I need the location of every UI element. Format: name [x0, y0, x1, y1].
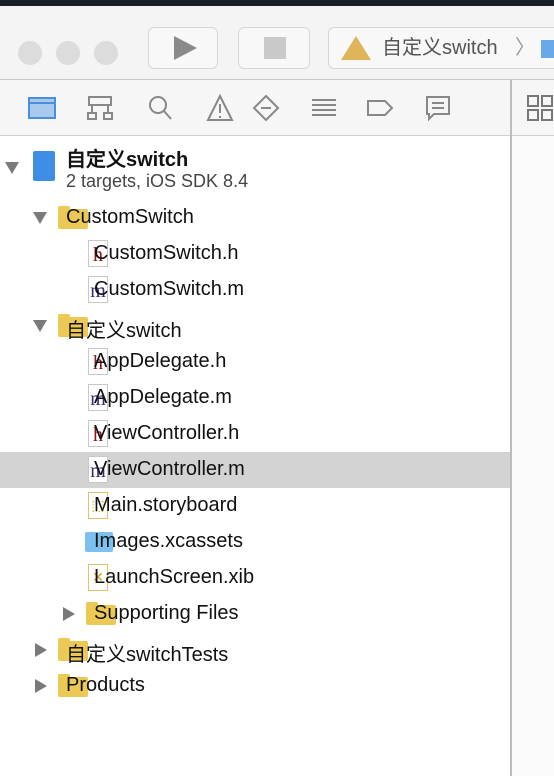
- related-items-icon[interactable]: [526, 94, 554, 122]
- tree-item-label: Images.xcassets: [94, 530, 243, 552]
- disclosure-triangle-icon[interactable]: [63, 607, 75, 621]
- tree-item-label: Main.storyboard: [94, 494, 238, 516]
- stop-button[interactable]: [238, 27, 310, 69]
- run-button[interactable]: [148, 27, 218, 69]
- project-root[interactable]: 自定义switch 2 targets, iOS SDK 8.4: [0, 140, 510, 194]
- breakpoint-tag-icon[interactable]: [366, 94, 394, 122]
- tree-item-label: CustomSwitch.h: [94, 242, 239, 264]
- tree-item[interactable]: h AppDelegate.h: [0, 344, 510, 380]
- tree-item-label: Products: [66, 674, 145, 696]
- window-toolbar: 自定义switch 〉: [0, 6, 554, 80]
- xcode-app-icon: [341, 36, 371, 60]
- project-subtitle: 2 targets, iOS SDK 8.4: [66, 171, 249, 191]
- project-file-icon: [33, 151, 55, 181]
- disclosure-triangle-icon[interactable]: [33, 320, 47, 332]
- tree-item-label: CustomSwitch.m: [94, 278, 245, 300]
- scheme-name: 自定义switch: [382, 37, 498, 59]
- disclosure-triangle-icon[interactable]: [33, 212, 47, 224]
- list-icon[interactable]: [310, 94, 338, 122]
- tree-item[interactable]: ✕ LaunchScreen.xib: [0, 560, 510, 596]
- warning-icon[interactable]: [206, 93, 234, 122]
- tree-item[interactable]: Products: [0, 668, 510, 704]
- tree-item-label: 自定义switch: [66, 320, 182, 342]
- tree-item[interactable]: m ViewController.m: [0, 452, 510, 488]
- tree-item-label: Supporting Files: [94, 602, 239, 624]
- test-diamond-icon[interactable]: [252, 94, 280, 122]
- tree-item[interactable]: CustomSwitch: [0, 200, 510, 236]
- close-window-button[interactable]: [18, 41, 42, 65]
- tree-item-label: AppDelegate.m: [94, 386, 232, 408]
- tree-item[interactable]: 自定义switch: [0, 308, 510, 344]
- tree-item-label: AppDelegate.h: [94, 350, 227, 372]
- disclosure-triangle-icon[interactable]: [5, 162, 19, 174]
- hierarchy-icon[interactable]: [86, 94, 114, 122]
- tree-item[interactable]: Supporting Files: [0, 596, 510, 632]
- tree-item[interactable]: Images.xcassets: [0, 524, 510, 560]
- project-name: 自定义switch: [66, 149, 189, 171]
- tree-item[interactable]: 自定义switchTests: [0, 632, 510, 668]
- editor-pane: [510, 80, 554, 776]
- disclosure-triangle-icon[interactable]: [35, 679, 47, 693]
- tree-item[interactable]: h CustomSwitch.h: [0, 236, 510, 272]
- scheme-selector[interactable]: 自定义switch 〉: [328, 27, 554, 69]
- zoom-window-button[interactable]: [94, 41, 118, 65]
- tree-item-label: ViewController.h: [94, 422, 240, 444]
- search-icon[interactable]: [146, 94, 174, 122]
- tree-item[interactable]: ⬚ Main.storyboard: [0, 488, 510, 524]
- tree-item-label: LaunchScreen.xib: [94, 566, 255, 588]
- minimize-window-button[interactable]: [56, 41, 80, 65]
- chevron-right-icon: 〉: [515, 37, 535, 59]
- comment-icon[interactable]: [424, 94, 452, 122]
- tree-item[interactable]: h ViewController.h: [0, 416, 510, 452]
- tree-item-label: 自定义switchTests: [66, 644, 229, 666]
- tree-item-label: CustomSwitch: [66, 206, 194, 228]
- device-icon: [541, 40, 554, 58]
- tree-item[interactable]: m AppDelegate.m: [0, 380, 510, 416]
- disclosure-triangle-icon[interactable]: [35, 643, 47, 657]
- play-icon: [174, 36, 197, 60]
- stop-icon: [264, 37, 286, 59]
- navigator-selector-bar: [0, 80, 510, 136]
- editor-jump-bar: [512, 80, 554, 136]
- tree-item-label: ViewController.m: [94, 458, 245, 480]
- folder-icon[interactable]: [28, 94, 56, 122]
- tree-item[interactable]: m CustomSwitch.m: [0, 272, 510, 308]
